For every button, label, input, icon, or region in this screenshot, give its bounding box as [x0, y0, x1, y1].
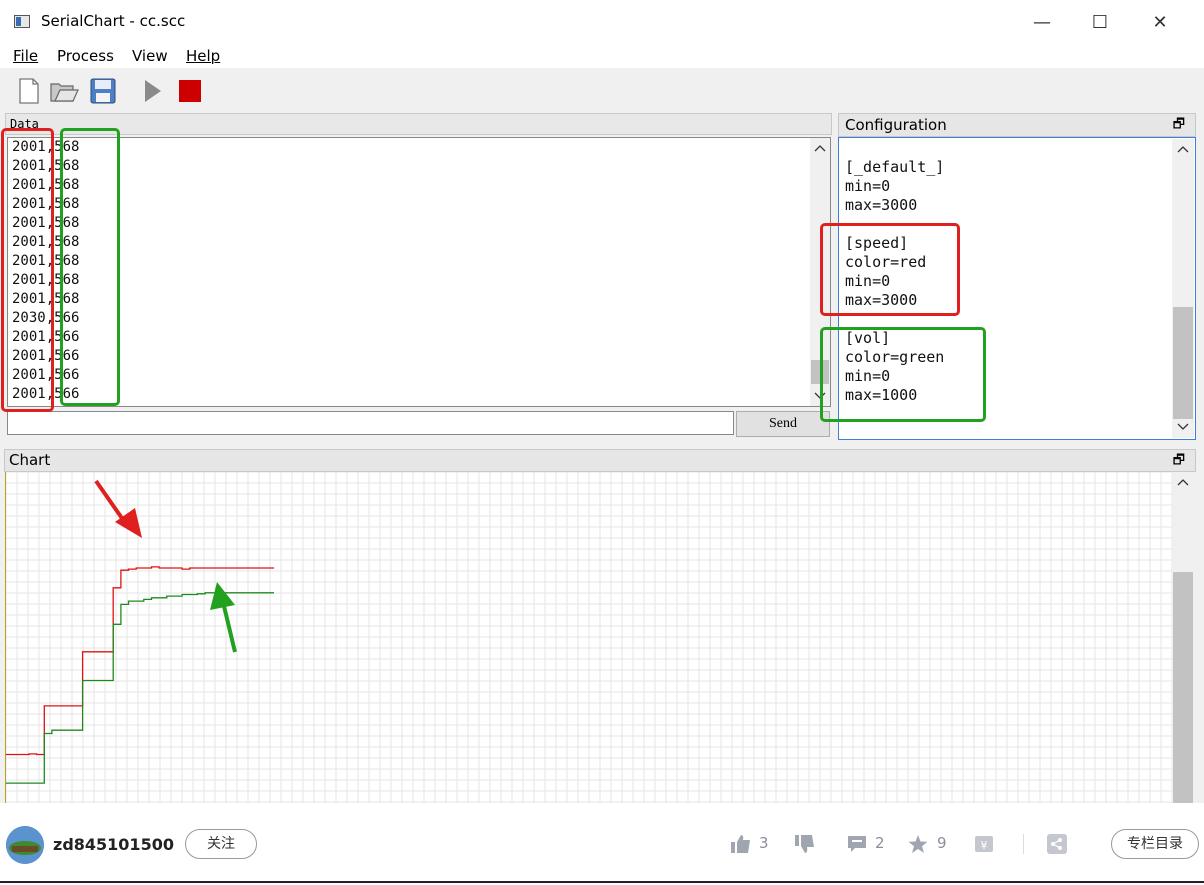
vol-column-highlight	[60, 128, 120, 406]
thumbs-down-icon[interactable]	[794, 834, 816, 854]
stop-icon[interactable]	[175, 76, 205, 106]
data-panel-header: Data	[5, 113, 832, 135]
float-icon[interactable]: 🗗	[1173, 450, 1185, 471]
menu-bar	[0, 44, 1204, 68]
reward-icon[interactable]: ¥	[973, 834, 995, 854]
serialchart-window: SerialChart - cc.scc — ☐ ✕ File Process …	[0, 0, 1204, 803]
username[interactable]: zd845101500	[53, 835, 174, 854]
app-icon	[14, 15, 30, 28]
config-panel-header: Configuration 🗗	[838, 113, 1196, 137]
speed-config-highlight	[820, 223, 960, 316]
title-bar: SerialChart - cc.scc — ☐ ✕	[0, 0, 1204, 44]
config-panel-title: Configuration	[845, 116, 947, 134]
menu-process[interactable]: Process	[57, 47, 114, 65]
favorite-count: 9	[937, 834, 947, 852]
menu-view[interactable]: View	[132, 47, 168, 65]
thumbs-up-icon[interactable]	[730, 834, 752, 854]
column-directory-button[interactable]: 专栏目录	[1111, 829, 1199, 859]
new-file-icon[interactable]	[14, 76, 44, 106]
scroll-arrows-icon	[1173, 479, 1193, 803]
data-textarea[interactable]: 2001,568 2001,568 2001,568 2001,568 2001,568…	[7, 137, 831, 407]
chart-scrollbar[interactable]	[1172, 472, 1194, 803]
config-line: min=0	[845, 177, 891, 195]
config-line: max=3000	[845, 196, 918, 214]
star-icon[interactable]	[907, 834, 929, 854]
window-title: SerialChart - cc.scc	[41, 12, 186, 30]
chart-panel-header: Chart 🗗	[4, 449, 1196, 472]
green-arrow-icon	[210, 582, 237, 653]
scroll-arrows-icon	[1173, 146, 1193, 430]
avatar[interactable]	[6, 826, 44, 864]
save-icon[interactable]	[88, 76, 118, 106]
follow-button[interactable]: 关注	[185, 829, 257, 859]
avatar-image	[6, 826, 44, 864]
send-input[interactable]	[7, 411, 734, 435]
footer-divider	[1023, 834, 1024, 854]
svg-text:¥: ¥	[981, 839, 988, 852]
menu-file[interactable]: File	[13, 47, 38, 65]
run-icon[interactable]	[137, 76, 167, 106]
minimize-button[interactable]: —	[1024, 9, 1060, 35]
chart-panel-title: Chart	[9, 451, 51, 469]
maximize-button[interactable]: ☐	[1082, 9, 1118, 35]
send-button[interactable]: Send	[736, 411, 830, 437]
like-count: 3	[759, 834, 769, 852]
float-icon[interactable]: 🗗	[1173, 114, 1185, 136]
bottom-border	[0, 881, 1204, 883]
config-scrollbar[interactable]	[1172, 139, 1194, 438]
close-button[interactable]: ✕	[1142, 9, 1178, 35]
share-icon[interactable]	[1046, 834, 1068, 854]
chart-svg	[6, 472, 1172, 803]
comment-icon[interactable]	[846, 834, 868, 854]
vol-config-highlight	[820, 327, 986, 422]
open-folder-icon[interactable]	[49, 76, 79, 106]
menu-help[interactable]: Help	[186, 47, 220, 65]
comment-count: 2	[875, 834, 885, 852]
chart-area	[5, 472, 1172, 803]
red-arrow-icon	[94, 479, 142, 538]
config-line: [_default_]	[845, 158, 945, 176]
speed-column-highlight	[1, 128, 54, 412]
